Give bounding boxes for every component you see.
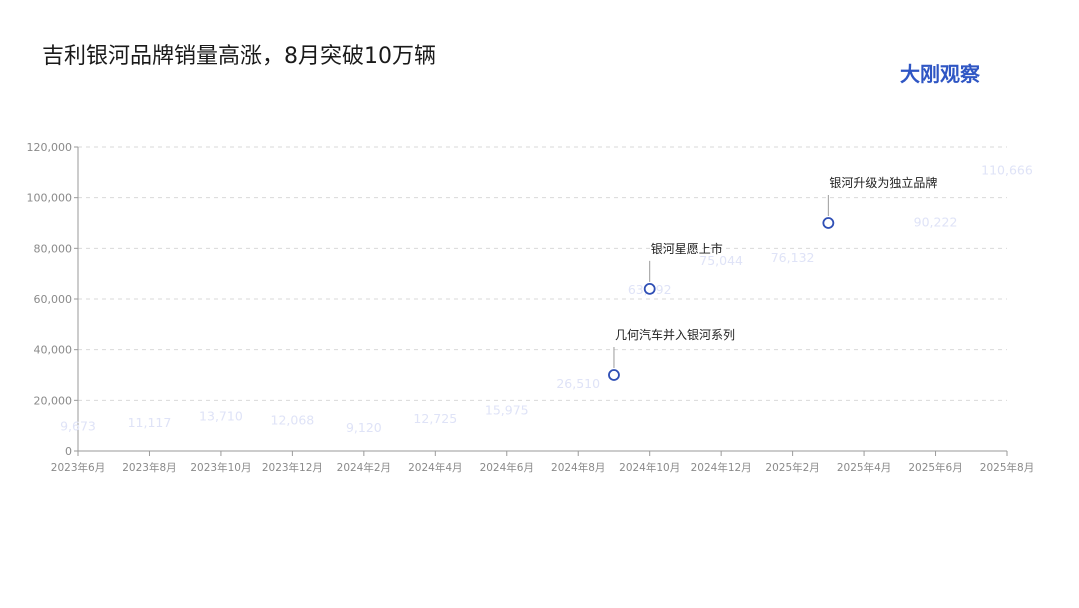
data-label: 13,710 <box>199 408 243 423</box>
x-tick-label: 2023年10月 <box>190 461 251 474</box>
data-label: 90,222 <box>914 214 958 229</box>
x-tick-label: 2023年8月 <box>122 461 176 474</box>
data-label: 26,510 <box>556 376 600 391</box>
annotation-text: 几何汽车并入银河系列 <box>615 327 735 342</box>
annotation-text: 银河升级为独立品牌 <box>829 175 937 190</box>
x-tick-label: 2025年6月 <box>908 461 962 474</box>
axes: 0 20,000 40,000 60,000 80,000 100,000 120,000 2… <box>27 141 1035 474</box>
annotation-text: 银河星愿上市 <box>651 241 723 256</box>
x-tick-label: 2025年2月 <box>765 461 819 474</box>
data-label: 9,673 <box>60 418 96 433</box>
x-tick-label: 2024年2月 <box>337 461 391 474</box>
annotation-marker <box>643 282 656 295</box>
data-label: 11,117 <box>128 415 172 430</box>
x-tick-label: 2023年12月 <box>262 461 323 474</box>
x-tick-label: 2024年4月 <box>408 461 462 474</box>
data-label: 9,120 <box>346 420 382 435</box>
annotation-marker <box>822 217 835 229</box>
y-tick-label: 40,000 <box>34 344 73 357</box>
x-tick-label: 2023年6月 <box>51 461 105 474</box>
x-tick-label: 2025年8月 <box>980 461 1034 474</box>
data-label: 110,666 <box>981 163 1033 178</box>
x-tick-label: 2024年8月 <box>551 461 605 474</box>
y-tick-label: 80,000 <box>34 242 73 255</box>
x-tick-label: 2024年12月 <box>691 461 752 474</box>
y-tick-label: 120,000 <box>27 141 73 154</box>
line-chart: 0 20,000 40,000 60,000 80,000 100,000 120,000 2… <box>27 141 1035 474</box>
data-label: 12,068 <box>271 412 315 427</box>
y-tick-label: 20,000 <box>34 394 73 407</box>
y-tick-label: 100,000 <box>27 192 73 205</box>
x-tick-label: 2024年6月 <box>480 461 534 474</box>
x-tick-label: 2025年4月 <box>837 461 891 474</box>
data-label: 12,725 <box>413 411 457 426</box>
x-tick-label: 2024年10月 <box>619 461 680 474</box>
y-tick-label: 60,000 <box>34 293 73 306</box>
y-tick-label: 0 <box>65 445 72 458</box>
annotation-marker <box>608 369 620 381</box>
data-label: 15,975 <box>485 403 529 418</box>
data-label: 76,132 <box>771 250 815 265</box>
